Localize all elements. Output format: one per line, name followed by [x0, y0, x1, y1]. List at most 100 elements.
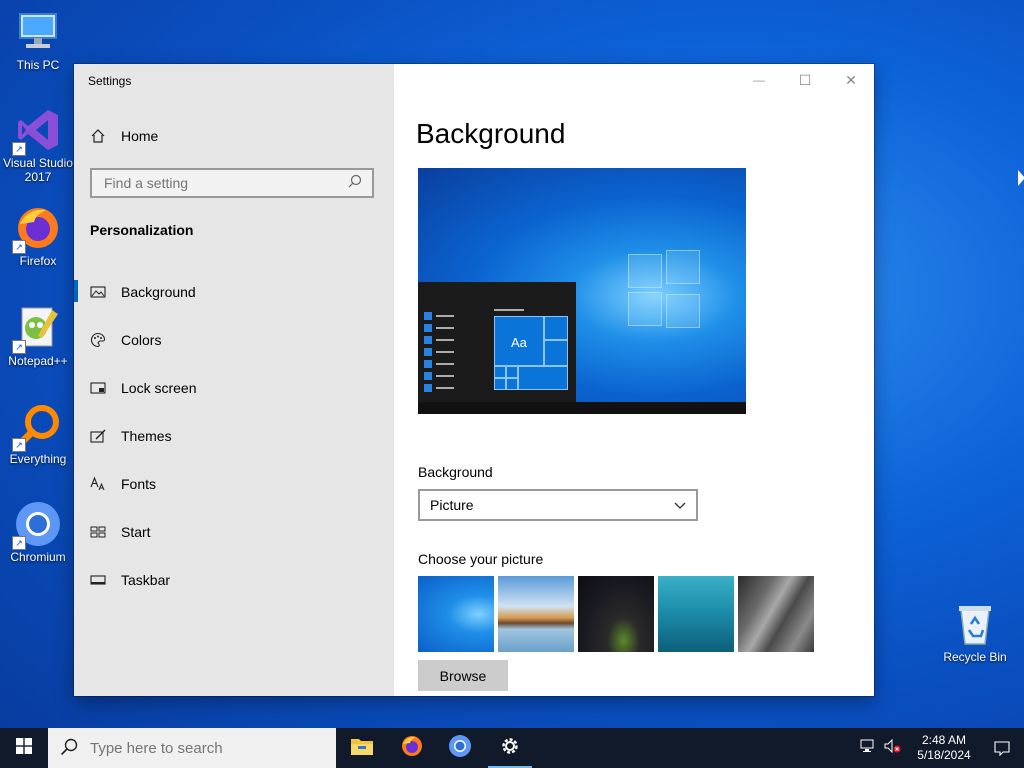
- desktop-icon-label: Notepad++: [8, 354, 68, 368]
- windows-logo-preview: [628, 250, 702, 328]
- start-button[interactable]: [0, 728, 48, 768]
- desktop-icon-this-pc[interactable]: This PC: [0, 8, 76, 72]
- picture-thumbnails: [418, 576, 814, 652]
- desktop-icon-label: Recycle Bin: [943, 650, 1007, 664]
- maximize-button[interactable]: ☐: [782, 64, 828, 96]
- section-title-personalization: Personalization: [90, 222, 194, 238]
- themes-brush-icon: [90, 428, 106, 444]
- firefox-icon: ↗: [12, 204, 62, 254]
- notepad-plus-plus-icon: ↗: [12, 304, 62, 354]
- taskbar-app-settings[interactable]: [486, 728, 534, 768]
- desktop-icon-chromium[interactable]: ↗ Chromium: [0, 500, 76, 564]
- preview-tile-label: Aa: [511, 335, 527, 350]
- palette-icon: [90, 332, 106, 348]
- network-icon[interactable]: [860, 739, 876, 758]
- sidebar-item-background[interactable]: Background: [74, 268, 394, 316]
- clock-date: 5/18/2024: [917, 748, 971, 762]
- taskbar-app-firefox[interactable]: [388, 728, 436, 768]
- choose-picture-label: Choose your picture: [418, 551, 544, 567]
- preview-tile-large: Aa: [494, 316, 544, 366]
- preview-taskbar: [418, 402, 746, 414]
- taskbar-search-box[interactable]: [48, 728, 336, 768]
- firefox-icon: [400, 734, 424, 763]
- background-type-value: Picture: [430, 497, 474, 513]
- settings-search-input[interactable]: [102, 174, 348, 192]
- volume-muted-icon[interactable]: [884, 738, 902, 758]
- desktop-icon-firefox[interactable]: ↗ Firefox: [0, 204, 76, 268]
- windows-start-icon: [16, 737, 32, 759]
- picture-icon: [90, 284, 106, 300]
- settings-content: — ☐ ✕ Background Aa Background Picture C…: [394, 64, 874, 696]
- background-preview: Aa: [418, 168, 746, 414]
- sidebar-item-label: Fonts: [121, 476, 157, 492]
- desktop-icon-visual-studio[interactable]: ↗ Visual Studio 2017: [0, 106, 76, 184]
- sidebar-item-start[interactable]: Start: [74, 508, 394, 556]
- computer-icon: [14, 8, 62, 56]
- start-tiles-icon: [90, 524, 106, 540]
- settings-gear-icon: [499, 735, 521, 762]
- nav-home[interactable]: Home: [90, 128, 158, 144]
- window-controls: — ☐ ✕: [736, 64, 874, 96]
- taskbar-search-input[interactable]: [88, 738, 312, 758]
- search-icon: [348, 174, 362, 193]
- recycle-bin-icon: [951, 600, 999, 648]
- taskbar-clock[interactable]: 2:48 AM 5/18/2024: [908, 733, 980, 763]
- sidebar-item-colors[interactable]: Colors: [74, 316, 394, 364]
- shortcut-arrow-icon: ↗: [12, 240, 26, 254]
- background-type-select[interactable]: Picture: [418, 489, 698, 521]
- sidebar-item-label: Themes: [121, 428, 172, 444]
- sidebar-item-themes[interactable]: Themes: [74, 412, 394, 460]
- desktop-icon-label: Everything: [9, 452, 67, 466]
- taskbar: 2:48 AM 5/18/2024: [0, 728, 1024, 768]
- shortcut-arrow-icon: ↗: [12, 438, 26, 452]
- maximize-icon: ☐: [798, 71, 812, 88]
- sidebar-item-label: Start: [121, 524, 151, 540]
- picture-thumbnail-night-sky[interactable]: [578, 576, 654, 652]
- shortcut-arrow-icon: ↗: [12, 340, 26, 354]
- personalization-nav-list: Background Colors Lock screen Themes Fon…: [74, 268, 394, 604]
- close-button[interactable]: ✕: [828, 64, 874, 96]
- taskbar-app-file-explorer[interactable]: [338, 728, 386, 768]
- desktop-icon-recycle-bin[interactable]: Recycle Bin: [937, 600, 1013, 664]
- picture-thumbnail-beach[interactable]: [498, 576, 574, 652]
- close-icon: ✕: [845, 71, 857, 88]
- chevron-down-icon: [674, 497, 686, 513]
- search-icon: [60, 738, 78, 759]
- sidebar-item-label: Colors: [121, 332, 162, 348]
- desktop-icon-label: Visual Studio 2017: [3, 156, 73, 184]
- system-tray: 2:48 AM 5/18/2024: [860, 728, 1024, 768]
- desktop-icon-label: Chromium: [10, 550, 66, 564]
- taskbar-app-chromium[interactable]: [436, 728, 484, 768]
- shortcut-arrow-icon: ↗: [12, 142, 26, 156]
- clock-time: 2:48 AM: [921, 733, 967, 747]
- visual-studio-icon: ↗: [12, 106, 62, 156]
- page-title: Background: [416, 118, 566, 149]
- sidebar-item-label: Lock screen: [121, 380, 197, 396]
- picture-thumbnail-underwater[interactable]: [658, 576, 734, 652]
- browse-button[interactable]: Browse: [418, 660, 508, 691]
- sidebar-item-fonts[interactable]: Fonts: [74, 460, 394, 508]
- picture-thumbnail-windows[interactable]: [418, 576, 494, 652]
- minimize-icon: —: [753, 73, 765, 87]
- settings-search-box[interactable]: [90, 168, 374, 198]
- taskbar-icon: [90, 572, 106, 588]
- action-center-icon[interactable]: [980, 740, 1024, 756]
- chromium-icon: [448, 734, 472, 763]
- shortcut-arrow-icon: ↗: [12, 536, 26, 550]
- background-type-label: Background: [418, 464, 493, 480]
- picture-thumbnail-rock[interactable]: [738, 576, 814, 652]
- sidebar-item-taskbar[interactable]: Taskbar: [74, 556, 394, 604]
- sidebar-item-label: Taskbar: [121, 572, 171, 588]
- home-icon: [90, 128, 106, 144]
- desktop-icon-everything[interactable]: ↗ Everything: [0, 402, 76, 466]
- everything-search-icon: ↗: [12, 402, 62, 452]
- lock-screen-icon: [90, 380, 106, 396]
- chromium-icon: ↗: [12, 500, 62, 550]
- nav-home-label: Home: [121, 128, 159, 144]
- desktop-icon-notepad-plus-plus[interactable]: ↗ Notepad++: [0, 304, 76, 368]
- sidebar-item-lock-screen[interactable]: Lock screen: [74, 364, 394, 412]
- start-menu-preview: Aa: [418, 282, 576, 402]
- desktop-icon-label: Firefox: [19, 254, 57, 268]
- minimize-button[interactable]: —: [736, 64, 782, 96]
- sidebar-item-label: Background: [121, 284, 196, 300]
